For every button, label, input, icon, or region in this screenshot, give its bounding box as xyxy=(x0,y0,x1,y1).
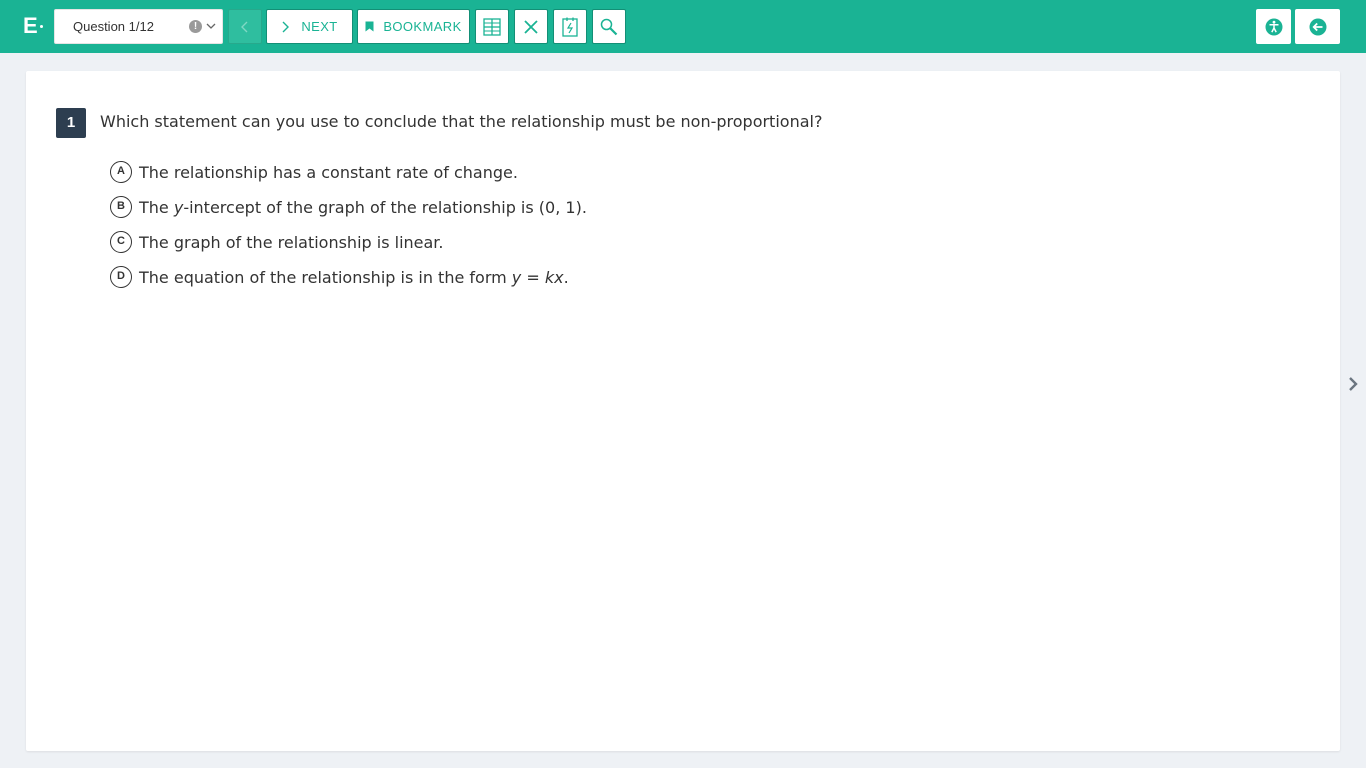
choice-text: The graph of the relationship is linear. xyxy=(139,232,444,252)
app-logo: E xyxy=(23,14,47,38)
chevron-right-icon xyxy=(282,21,290,32)
question-select[interactable]: Question 1/12 ! xyxy=(54,9,223,44)
choice-letter: C xyxy=(110,231,132,253)
question-select-label: Question 1/12 xyxy=(73,19,154,34)
accessibility-button[interactable] xyxy=(1256,9,1291,44)
grid-icon xyxy=(483,17,501,36)
next-button[interactable]: NEXT xyxy=(266,9,353,44)
accessibility-icon xyxy=(1265,18,1282,35)
logo-letter: E xyxy=(23,13,38,38)
chevron-right-icon[interactable] xyxy=(1346,376,1360,392)
bookmark-label: BOOKMARK xyxy=(383,19,462,34)
close-icon xyxy=(524,19,538,34)
bookmark-button[interactable]: BOOKMARK xyxy=(357,9,470,44)
question-text: Which statement can you use to conclude … xyxy=(100,112,823,131)
choice-text: The equation of the relationship is in t… xyxy=(139,267,569,287)
exit-icon xyxy=(1309,18,1326,35)
chevron-down-icon xyxy=(206,23,216,29)
chevron-left-icon xyxy=(241,21,248,32)
exit-button[interactable] xyxy=(1295,9,1340,44)
choice-text: The y-intercept of the graph of the rela… xyxy=(139,197,587,217)
question-number: 1 xyxy=(56,108,86,138)
calculator-icon xyxy=(562,17,578,37)
flag-icon: ! xyxy=(189,20,202,33)
magnifier-button[interactable] xyxy=(592,9,626,44)
choice-d[interactable]: D The equation of the relationship is in… xyxy=(110,265,569,289)
previous-button[interactable] xyxy=(228,9,262,44)
choice-letter: D xyxy=(110,266,132,288)
choice-text: The relationship has a constant rate of … xyxy=(139,162,518,182)
top-toolbar: E Question 1/12 ! NEXT BOOKMARK xyxy=(0,0,1366,53)
choice-c[interactable]: C The graph of the relationship is linea… xyxy=(110,230,444,254)
overview-button[interactable] xyxy=(475,9,509,44)
eliminate-button[interactable] xyxy=(514,9,548,44)
question-card: 1 Which statement can you use to conclud… xyxy=(26,71,1340,751)
calculator-button[interactable] xyxy=(553,9,587,44)
choice-b[interactable]: B The y-intercept of the graph of the re… xyxy=(110,195,587,219)
choice-a[interactable]: A The relationship has a constant rate o… xyxy=(110,160,518,184)
logo-dot xyxy=(40,25,43,28)
bookmark-icon xyxy=(365,21,374,32)
choice-letter: B xyxy=(110,196,132,218)
magnifier-icon xyxy=(600,18,618,35)
choice-letter: A xyxy=(110,161,132,183)
next-label: NEXT xyxy=(301,19,338,34)
